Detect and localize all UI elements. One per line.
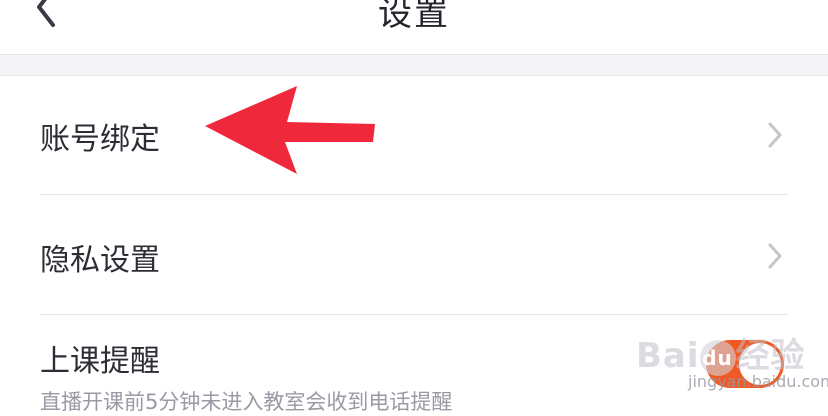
setting-label: 隐私设置 [40, 243, 160, 278]
watermark-logo: Bai du经验 [636, 336, 806, 376]
chevron-right-icon [768, 122, 782, 148]
setting-label: 账号绑定 [40, 122, 160, 157]
annotation-arrow-icon [205, 86, 375, 174]
setting-label: 上课提醒 [40, 344, 160, 379]
page-title: 设置 [378, 0, 450, 34]
watermark-url: jingyan.baidu.com [688, 372, 828, 391]
section-gap [0, 55, 828, 76]
watermark-du-badge: du [699, 339, 736, 376]
setting-row-account-binding[interactable]: 账号绑定 [40, 96, 788, 176]
divider [40, 194, 788, 195]
divider [40, 314, 788, 315]
chevron-right-icon [768, 243, 782, 269]
setting-row-privacy[interactable]: 隐私设置 [40, 215, 788, 295]
nav-header: 设置 [0, 0, 828, 55]
